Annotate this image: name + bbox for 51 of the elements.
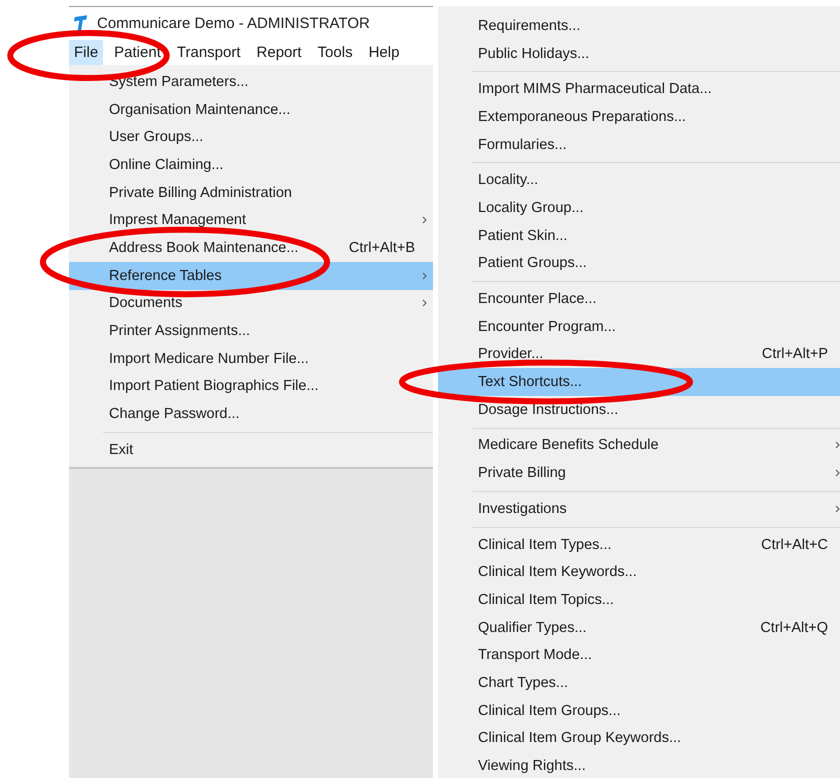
menu-item[interactable]: Import MIMS Pharmaceutical Data...	[438, 75, 840, 104]
menu-item[interactable]: Locality...	[438, 166, 840, 194]
menu-item[interactable]: Provider... Ctrl+Alt+P	[438, 340, 840, 368]
menu-bar-item[interactable]: Patient	[109, 40, 166, 65]
menu-item[interactable]: Import Patient Biographics File...	[69, 372, 433, 400]
menu-item[interactable]: Import Medicare Number File...	[69, 344, 433, 373]
menu-bar-item[interactable]: Help	[364, 40, 404, 65]
menu-item[interactable]: Organisation Maintenance...	[69, 96, 433, 124]
menu-item[interactable]: Locality Group...	[438, 194, 840, 222]
shortcut-label: Ctrl+Alt+C	[761, 536, 828, 553]
menu-bar-item[interactable]: Transport	[172, 40, 246, 65]
menu-item[interactable]: Chart Types...	[438, 669, 840, 697]
menu-item[interactable]: Qualifier Types... Ctrl+Alt+Q	[438, 614, 840, 642]
menu-item[interactable]: Medicare Benefits Schedule	[438, 432, 840, 460]
menu-item[interactable]: Viewing Rights...	[438, 752, 840, 778]
menu-item[interactable]: Requirements...	[438, 12, 840, 40]
menu-bar-item[interactable]: Report	[252, 40, 307, 65]
menu-item[interactable]: Reference Tables	[69, 262, 433, 290]
menu-item[interactable]: Clinical Item Types... Ctrl+Alt+C	[438, 530, 840, 558]
app-icon	[74, 14, 88, 32]
menu-item[interactable]: Online Claiming...	[69, 151, 433, 179]
window-title: Communicare Demo - ADMINISTRATOR	[97, 15, 370, 32]
menu-item[interactable]: Public Holidays...	[438, 40, 840, 68]
menu-item[interactable]: Clinical Item Topics...	[438, 586, 840, 614]
menu-item[interactable]: Clinical Item Group Keywords...	[438, 724, 840, 752]
menu-item[interactable]: Change Password...	[69, 400, 433, 428]
shortcut-label: Ctrl+Alt+Q	[760, 620, 828, 636]
menu-item[interactable]: Encounter Place...	[438, 285, 840, 313]
menu-item[interactable]: Investigations	[438, 495, 840, 523]
menu-item[interactable]: Text Shortcuts...	[438, 368, 840, 396]
shortcut-label: Ctrl+Alt+B	[348, 240, 415, 256]
menu-item[interactable]: Private Billing	[438, 459, 840, 487]
menu-item[interactable]: Address Book Maintenance... Ctrl+Alt+B	[69, 234, 433, 262]
menu-item[interactable]: Printer Assignments...	[69, 317, 433, 345]
menu-item[interactable]: Clinical Item Keywords...	[438, 558, 840, 586]
menu-item[interactable]: Formularies...	[438, 130, 840, 158]
menu-item[interactable]: Imprest Management	[69, 206, 433, 234]
menu-bar-item[interactable]: File	[69, 40, 104, 65]
menu-item[interactable]: Clinical Item Groups...	[438, 696, 840, 724]
menu-item[interactable]: Documents	[69, 290, 433, 318]
menu-item[interactable]: Transport Mode...	[438, 641, 840, 670]
shortcut-label: Ctrl+Alt+P	[762, 346, 828, 362]
menu-item[interactable]: Patient Groups...	[438, 250, 840, 278]
menu-bar-item[interactable]: Tools	[312, 40, 358, 65]
menu-item[interactable]: Exit	[69, 436, 433, 464]
menu-item[interactable]: Dosage Instructions...	[438, 396, 840, 424]
menu-item[interactable]: Patient Skin...	[438, 222, 840, 250]
menu-item[interactable]: User Groups...	[69, 123, 433, 152]
menu-item[interactable]: Encounter Program...	[438, 312, 840, 341]
menu-item[interactable]: Extemporaneous Preparations...	[438, 103, 840, 131]
menu-item[interactable]: Private Billing Administration	[69, 178, 433, 206]
